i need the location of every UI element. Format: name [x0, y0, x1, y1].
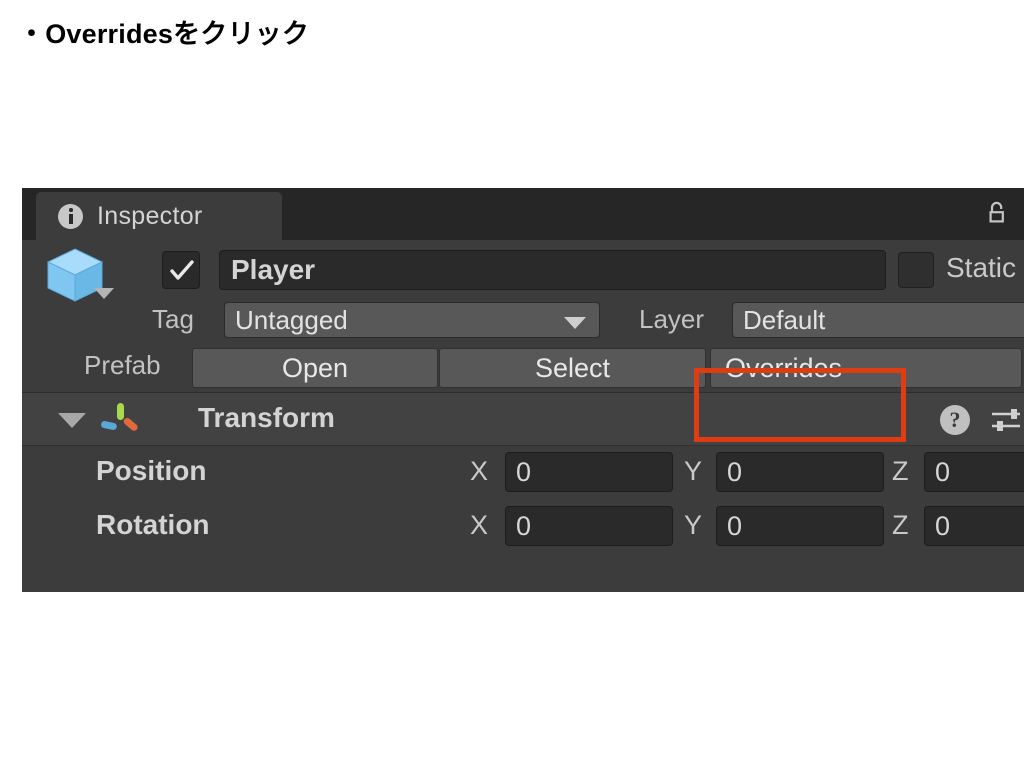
rotation-y-axis-label: Y	[684, 510, 703, 540]
tag-layer-row: Tag Untagged Layer Default	[22, 300, 1024, 344]
static-label: Static	[946, 252, 1017, 283]
transform-rotation-row: Rotation X 0 Y 0 Z 0	[22, 500, 1024, 554]
position-x-field[interactable]: 0	[505, 452, 673, 492]
rotation-y-field[interactable]: 0	[716, 506, 884, 546]
info-icon	[58, 203, 83, 229]
prefab-overrides-button[interactable]: Overrides	[710, 348, 1022, 388]
padlock-open-icon[interactable]	[982, 199, 1012, 229]
page-title: ・Overridesをクリック	[18, 19, 310, 49]
tab-inspector-label: Inspector	[97, 201, 203, 230]
prefab-select-button[interactable]: Select	[439, 348, 706, 388]
layer-label: Layer	[639, 304, 705, 334]
sliders-icon[interactable]	[990, 405, 1024, 435]
transform-foldout-icon[interactable]	[58, 413, 86, 428]
rotation-z-axis-label: Z	[892, 510, 909, 540]
position-y-value: 0	[727, 456, 743, 487]
prefab-overrides-label: Overrides	[725, 352, 843, 383]
position-x-axis-label: X	[470, 456, 489, 486]
position-z-value: 0	[935, 456, 951, 487]
rotation-z-value: 0	[935, 510, 951, 541]
position-y-field[interactable]: 0	[716, 452, 884, 492]
prefab-open-label: Open	[281, 352, 349, 383]
tag-dropdown[interactable]: Untagged	[224, 302, 600, 338]
inspector-window: Inspector Player Static Tag Untagged Lay…	[22, 188, 1024, 592]
transform-gizmo-icon	[98, 401, 142, 439]
prefab-open-button[interactable]: Open	[192, 348, 438, 388]
static-checkbox[interactable]	[898, 252, 934, 288]
object-name-field[interactable]: Player	[219, 250, 886, 290]
prefab-row: Prefab Open Select Overrides	[22, 344, 1024, 392]
tag-value: Untagged	[235, 304, 348, 335]
chevron-down-icon	[564, 317, 586, 329]
position-label: Position	[96, 455, 207, 486]
rotation-x-value: 0	[516, 510, 532, 541]
prefab-select-label: Select	[534, 352, 611, 383]
object-enabled-checkbox[interactable]	[162, 251, 200, 289]
transform-component-header[interactable]: Transform ?	[22, 392, 1024, 446]
tag-label: Tag	[152, 304, 194, 334]
layer-value: Default	[743, 304, 826, 335]
rotation-y-value: 0	[727, 510, 743, 541]
tab-inspector[interactable]: Inspector	[36, 192, 282, 240]
rotation-z-field[interactable]: 0	[924, 506, 1024, 546]
object-name-value: Player	[231, 254, 316, 285]
rotation-label: Rotation	[96, 509, 210, 540]
inspector-tab-bar: Inspector	[22, 188, 1024, 240]
position-z-field[interactable]: 0	[924, 452, 1024, 492]
inspector-body: Player Static Tag Untagged Layer Default…	[22, 240, 1024, 554]
transform-position-row: Position X 0 Y 0 Z 0	[22, 446, 1024, 500]
position-x-value: 0	[516, 456, 532, 487]
rotation-x-field[interactable]: 0	[505, 506, 673, 546]
layer-dropdown[interactable]: Default	[732, 302, 1024, 338]
rotation-x-axis-label: X	[470, 510, 489, 540]
transform-title: Transform	[198, 402, 335, 433]
object-header: Player Static	[22, 240, 1024, 302]
position-z-axis-label: Z	[892, 456, 909, 486]
position-y-axis-label: Y	[684, 456, 703, 486]
help-icon[interactable]: ?	[940, 405, 970, 435]
prefab-icon-dropdown-caret[interactable]	[94, 288, 114, 299]
prefab-label: Prefab	[84, 350, 161, 380]
